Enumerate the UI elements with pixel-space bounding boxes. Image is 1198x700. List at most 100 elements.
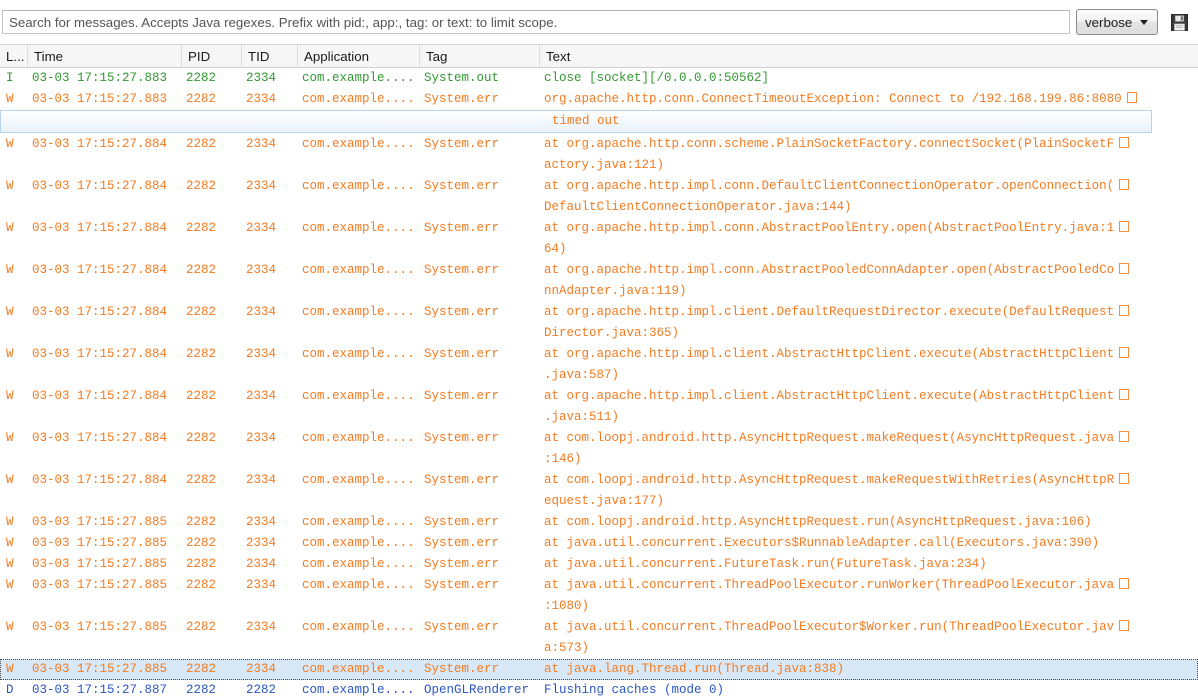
log-cell-time: 03-03 17:15:27.884 (32, 221, 168, 235)
log-cell-tag: System.err (424, 515, 500, 529)
log-cell-time: 03-03 17:15:27.883 (32, 71, 168, 85)
log-cell-tid: 2334 (246, 515, 277, 529)
table-row[interactable]: W 03-03 17:15:27.885 2282 2334 com.example..… (0, 512, 1198, 533)
log-cell-text: at org.apache.http.conn.scheme.PlainSock… (544, 134, 1130, 155)
table-row[interactable]: D 03-03 17:15:27.887 2282 2282 com.example..… (0, 680, 1198, 700)
log-cell-pid: 2282 (186, 389, 217, 403)
line-wrap-icon (1119, 347, 1130, 359)
line-wrap-icon (1119, 431, 1130, 443)
column-header-level[interactable]: L... (0, 45, 28, 67)
log-cell-level: W (6, 431, 14, 445)
log-cell-level: W (6, 557, 14, 571)
log-cell-text: at com.loopj.android.http.AsyncHttpReque… (544, 512, 1092, 533)
table-row[interactable]: W 03-03 17:15:27.884 2282 2334 com.example..… (0, 176, 1198, 197)
log-continuation-text: DefaultClientConnectionOperator.java:144… (544, 200, 852, 214)
log-cell-text: org.apache.http.conn.ConnectTimeoutExcep… (544, 89, 1137, 110)
table-row-continuation[interactable]: equest.java:177) (0, 491, 1198, 512)
line-wrap-icon (1119, 179, 1130, 191)
column-header-text[interactable]: Text (540, 45, 1198, 67)
table-row[interactable]: W 03-03 17:15:27.885 2282 2334 com.example..… (0, 659, 1198, 680)
log-cell-application: com.example.... (302, 662, 415, 676)
log-cell-text: at org.apache.http.impl.client.AbstractH… (544, 344, 1130, 365)
line-wrap-icon (1119, 578, 1130, 590)
log-level-select[interactable]: verbose (1076, 9, 1158, 35)
table-row-continuation[interactable]: DefaultClientConnectionOperator.java:144… (0, 197, 1198, 218)
log-cell-text: at java.util.concurrent.ThreadPoolExecut… (544, 575, 1130, 596)
log-cell-text: at org.apache.http.impl.conn.AbstractPoo… (544, 218, 1130, 239)
line-wrap-icon (1119, 473, 1130, 485)
log-continuation-text: .java:511) (544, 410, 620, 424)
log-cell-level: D (6, 683, 14, 697)
log-cell-tag: System.err (424, 557, 500, 571)
table-row-continuation[interactable]: Director.java:365) (0, 323, 1198, 344)
column-header-tid[interactable]: TID (242, 45, 298, 67)
save-log-button[interactable] (1168, 9, 1190, 35)
log-text-value: at java.util.concurrent.ThreadPoolExecut… (544, 620, 1115, 634)
table-row[interactable]: W 03-03 17:15:27.884 2282 2334 com.example..… (0, 218, 1198, 239)
log-cell-text: at com.loopj.android.http.AsyncHttpReque… (544, 470, 1130, 491)
log-cell-application: com.example.... (302, 515, 415, 529)
table-row[interactable]: W 03-03 17:15:27.885 2282 2334 com.example..… (0, 554, 1198, 575)
log-cell-tid: 2334 (246, 263, 277, 277)
log-cell-application: com.example.... (302, 389, 415, 403)
log-cell-time: 03-03 17:15:27.885 (32, 536, 168, 550)
table-row-continuation[interactable]: :1080) (0, 596, 1198, 617)
log-cell-application: com.example.... (302, 536, 415, 550)
table-row-continuation[interactable]: timed out (0, 110, 1198, 134)
table-row-continuation[interactable]: a:573) (0, 638, 1198, 659)
table-row[interactable]: I 03-03 17:15:27.883 2282 2334 com.example..… (0, 68, 1198, 89)
table-row[interactable]: W 03-03 17:15:27.884 2282 2334 com.example..… (0, 302, 1198, 323)
table-row[interactable]: W 03-03 17:15:27.885 2282 2334 com.example..… (0, 533, 1198, 554)
log-cell-level: W (6, 515, 14, 529)
table-row[interactable]: W 03-03 17:15:27.884 2282 2334 com.example..… (0, 260, 1198, 281)
log-cell-application: com.example.... (302, 179, 415, 193)
log-cell-pid: 2282 (186, 71, 217, 85)
column-header-tag[interactable]: Tag (420, 45, 540, 67)
search-input[interactable] (2, 10, 1070, 34)
log-cell-time: 03-03 17:15:27.884 (32, 305, 168, 319)
column-header-pid[interactable]: PID (182, 45, 242, 67)
log-cell-time: 03-03 17:15:27.884 (32, 389, 168, 403)
log-cell-time: 03-03 17:15:27.884 (32, 473, 168, 487)
log-cell-text: close [socket][/0.0.0.0:50562] (544, 68, 769, 89)
log-cell-tid: 2334 (246, 662, 277, 676)
log-rows-container[interactable]: I 03-03 17:15:27.883 2282 2334 com.example..… (0, 68, 1198, 700)
log-cell-level: W (6, 620, 14, 634)
log-cell-application: com.example.... (302, 221, 415, 235)
table-row[interactable]: W 03-03 17:15:27.884 2282 2334 com.example..… (0, 134, 1198, 155)
table-row-continuation[interactable]: 64) (0, 239, 1198, 260)
log-cell-pid: 2282 (186, 473, 217, 487)
log-text-value: at org.apache.http.conn.scheme.PlainSock… (544, 137, 1115, 151)
table-row-continuation[interactable]: :146) (0, 449, 1198, 470)
table-row[interactable]: W 03-03 17:15:27.884 2282 2334 com.example..… (0, 470, 1198, 491)
table-row-continuation[interactable]: .java:587) (0, 365, 1198, 386)
column-header-time[interactable]: Time (28, 45, 182, 67)
log-cell-text: at java.util.concurrent.ThreadPoolExecut… (544, 617, 1130, 638)
log-cell-text: at java.util.concurrent.Executors$Runnab… (544, 533, 1099, 554)
log-cell-pid: 2282 (186, 179, 217, 193)
table-row[interactable]: W 03-03 17:15:27.885 2282 2334 com.example..… (0, 575, 1198, 596)
table-row[interactable]: W 03-03 17:15:27.884 2282 2334 com.example..… (0, 428, 1198, 449)
table-row[interactable]: W 03-03 17:15:27.884 2282 2334 com.example..… (0, 344, 1198, 365)
table-row-continuation[interactable]: actory.java:121) (0, 155, 1198, 176)
log-cell-time: 03-03 17:15:27.884 (32, 263, 168, 277)
log-cell-time: 03-03 17:15:27.884 (32, 347, 168, 361)
log-cell-tag: System.err (424, 389, 500, 403)
log-cell-application: com.example.... (302, 71, 415, 85)
table-row[interactable]: W 03-03 17:15:27.884 2282 2334 com.example..… (0, 386, 1198, 407)
log-cell-tag: System.err (424, 221, 500, 235)
line-wrap-icon (1119, 620, 1130, 632)
log-cell-application: com.example.... (302, 683, 415, 697)
log-continuation-text: a:573) (544, 641, 590, 655)
log-cell-tid: 2334 (246, 620, 277, 634)
table-row-continuation[interactable]: nnAdapter.java:119) (0, 281, 1198, 302)
log-cell-application: com.example.... (302, 578, 415, 592)
log-text-value: at org.apache.http.impl.conn.DefaultClie… (544, 179, 1115, 193)
table-row[interactable]: W 03-03 17:15:27.885 2282 2334 com.example..… (0, 617, 1198, 638)
column-header-application[interactable]: Application (298, 45, 420, 67)
log-cell-tid: 2282 (246, 683, 277, 697)
table-row[interactable]: W 03-03 17:15:27.883 2282 2334 com.example..… (0, 89, 1198, 110)
log-cell-pid: 2282 (186, 536, 217, 550)
log-text-value: at org.apache.http.impl.client.DefaultRe… (544, 305, 1115, 319)
table-row-continuation[interactable]: .java:511) (0, 407, 1198, 428)
